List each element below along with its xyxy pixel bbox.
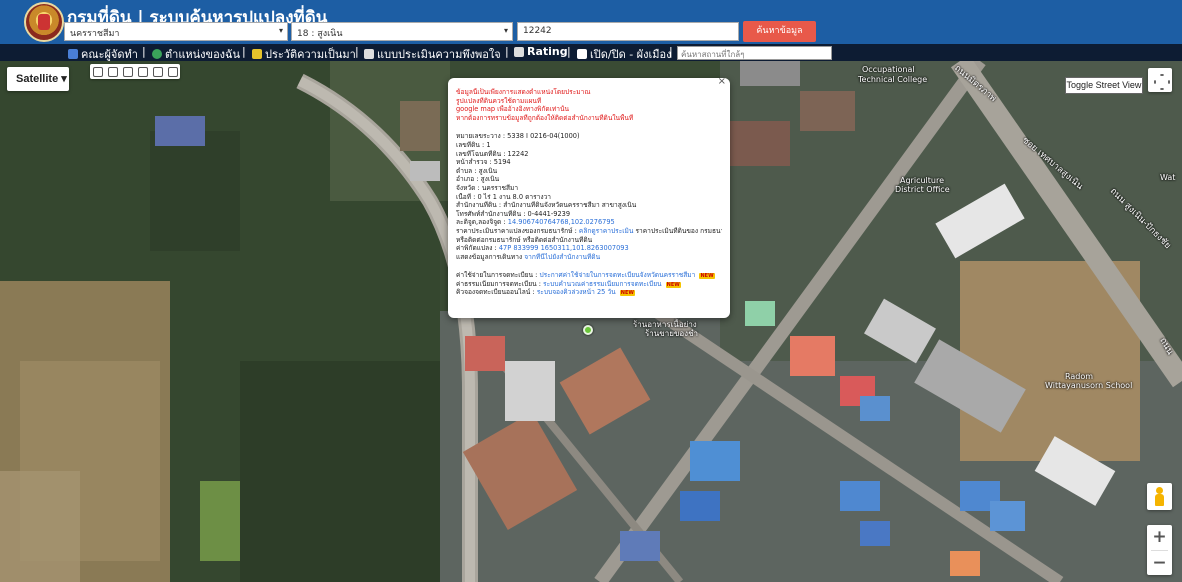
warning-text: หากต้องการทราบข้อมูลที่ถูกต้องให้ติดต่อส…: [456, 113, 634, 122]
history-icon: [252, 49, 262, 59]
price-link[interactable]: คลิกดูราคาประเมิน: [579, 227, 633, 235]
info-field: เนื้อที่ : 0 ไร่ 1 งาน 8.0 ตารางวา: [456, 192, 551, 201]
fee-link[interactable]: ประกาศค่าใช้จ่ายในการจดทะเบียนจังหวัดนคร…: [539, 271, 695, 279]
search-button[interactable]: ค้นหาข้อมูล: [743, 21, 816, 42]
province-select[interactable]: นครราชสีมา ▾: [64, 22, 288, 41]
pegman-icon[interactable]: [1147, 483, 1172, 510]
menu-item-label: Rating: [527, 45, 568, 58]
poi-label: Wittayanusorn School: [1045, 381, 1133, 390]
fee-calc-link[interactable]: ระบบคำนวณค่าธรรมเนียมการจดทะเบียน: [543, 280, 662, 288]
menu-separator: |: [567, 45, 571, 58]
utm-link[interactable]: 47P 833999 1650311,101.8263007093: [499, 244, 629, 252]
info-field: สำนักงานที่ดิน : สำนักงานที่ดินจังหวัดนค…: [456, 201, 637, 210]
department-logo-icon: [24, 2, 64, 42]
utm-label: ค่าพิกัดแปลง :: [456, 244, 497, 253]
poi-label: ร้านขายของชำ: [645, 329, 699, 338]
poi-label: District Office: [895, 185, 950, 194]
latlng-label: ละติจูด,ลองจิจูด :: [456, 218, 506, 227]
warning-text: ข้อมูลนี้เป็นเพียงการแสดงตำแหน่งโดยประมา…: [456, 88, 591, 96]
fee-calc-label: ค่าธรรมเนียมการจดทะเบียน :: [456, 279, 541, 288]
menu-separator: |: [669, 45, 673, 58]
hand-icon[interactable]: [92, 66, 103, 77]
zoom-control: + −: [1147, 525, 1172, 575]
zoom-in-button[interactable]: +: [1147, 525, 1172, 550]
warning-text: รูปแปลงที่ดินควรใช้ตามแผนที่: [456, 96, 542, 105]
info-field: หน้าสำรวจ : 5194: [456, 158, 511, 167]
utm-row: ค่าพิกัดแปลง : 47P 833999 1650311,101.82…: [456, 244, 722, 253]
new-badge: NEW: [699, 273, 715, 280]
poi-label: Technical College: [858, 75, 928, 84]
parcel-number-value: 12242: [523, 26, 552, 36]
parcel-info-window: × ข้อมูลนี้เป็นเพียงการแสดงตำแหน่งโดยประ…: [448, 78, 730, 318]
menu-bar: คณะผู้จัดทำ | ตำแหน่งของฉัน | ประวัติควา…: [0, 44, 1182, 61]
new-badge: NEW: [665, 281, 681, 288]
directions-link[interactable]: จากที่นี่ไปยังสำนักงานที่ดิน: [524, 253, 600, 261]
info-field: อำเภอ : สูงเนิน: [456, 175, 500, 184]
info-field: เลขที่ดิน : 1: [456, 140, 491, 149]
menu-separator: |: [242, 45, 246, 58]
form-icon: [364, 49, 374, 59]
toggle-street-view-button[interactable]: Toggle Street View: [1065, 77, 1143, 94]
poi-label: Agriculture: [900, 176, 944, 185]
map-type-label: Satellite: [16, 73, 59, 85]
latlng-row: ละติจูด,ลองจิจูด : 14.906740764768,102.0…: [456, 218, 722, 227]
info-field: ตำบล : สูงเนิน: [456, 166, 498, 175]
price-note: หรือติดต่อกรมธนารักษ์ หรือติดต่อสำนักงาน…: [456, 235, 593, 244]
queue-label: คิวจองจดทะเบียนออนไลน์ :: [456, 288, 535, 297]
chevron-down-icon: ▾: [503, 26, 508, 35]
queue-link[interactable]: ระบบจองคิวล่วงหน้า 25 วัน: [537, 288, 616, 296]
fullscreen-icon[interactable]: [1148, 68, 1172, 92]
globe-icon: [152, 49, 162, 59]
polygon-icon[interactable]: [167, 66, 178, 77]
info-field: โทรศัพท์สำนักงานที่ดิน : 0-4441-9239: [456, 209, 571, 218]
chevron-down-icon: ▾: [278, 26, 283, 35]
toggle-icon: [577, 49, 587, 59]
info-field: จังหวัด : นครราชสีมา: [456, 183, 519, 192]
menu-separator: |: [505, 45, 509, 58]
fee-label: ค่าใช้จ่ายในการจดทะเบียน :: [456, 271, 538, 280]
province-select-value: นครราชสีมา: [70, 29, 120, 39]
people-icon: [68, 49, 78, 59]
queue-row: คิวจองจดทะเบียนออนไลน์ : ระบบจองคิวล่วงห…: [456, 288, 722, 297]
place-search-input[interactable]: ค้นหาสถานที่ใกล้ๆ: [677, 46, 832, 60]
menu-item-rating[interactable]: Rating: [514, 45, 568, 58]
latlng-link[interactable]: 14.906740764768,102.0276795: [508, 218, 615, 226]
header-bar: กรมที่ดิน | ระบบค้นหารูปแปลงที่ดิน นครรา…: [0, 0, 1182, 44]
polyline-icon[interactable]: [122, 66, 133, 77]
poi-label: Radom: [1065, 372, 1094, 381]
parcel-location-marker[interactable]: [583, 325, 593, 335]
circle-icon[interactable]: [152, 66, 163, 77]
parcel-number-input[interactable]: 12242: [517, 22, 739, 41]
close-icon[interactable]: ×: [718, 78, 726, 87]
poi-label: Occupational: [862, 65, 915, 74]
rating-icon: [514, 46, 524, 57]
district-select-value: 18 : สูงเนิน: [297, 29, 343, 39]
directions-row: แสดงข้อมูลการเดินทาง จากที่นี่ไปยังสำนัก…: [456, 253, 722, 262]
directions-label: แสดงข้อมูลการเดินทาง: [456, 252, 523, 261]
map-type-button[interactable]: Satellite ▾: [7, 67, 69, 91]
info-field: หมายเลขระวาง : 5338 I 0216-04(1000): [456, 132, 580, 141]
zoom-out-button[interactable]: −: [1147, 551, 1172, 576]
price-suffix: ราคาประเมินที่ดินของ กรมธนารักษ์: [635, 226, 722, 235]
info-field: เลขที่โฉนดที่ดิน : 12242: [456, 149, 529, 158]
marker-icon[interactable]: [107, 66, 118, 77]
fee-row: ค่าใช้จ่ายในการจดทะเบียน : ประกาศค่าใช้จ…: [456, 271, 722, 280]
district-select[interactable]: 18 : สูงเนิน ▾: [291, 22, 513, 41]
price-row: ราคาประเมินราคาแปลงของกรมธนารักษ์ : คลิก…: [456, 227, 722, 236]
menu-separator: |: [142, 45, 146, 58]
price-label: ราคาประเมินราคาแปลงของกรมธนารักษ์ :: [456, 226, 577, 235]
chevron-down-icon: ▾: [61, 73, 67, 85]
warning-text: google map เพื่ออ้างอิงทางพิกัดเท่านั้น: [456, 105, 569, 114]
menu-separator: |: [355, 45, 359, 58]
poi-label: Wat: [1160, 173, 1176, 182]
drawing-toolbar: [90, 64, 180, 79]
rectangle-icon[interactable]: [137, 66, 148, 77]
new-badge: NEW: [619, 290, 635, 297]
land-search-app: กรมที่ดิน | ระบบค้นหารูปแปลงที่ดิน นครรา…: [0, 0, 1182, 582]
fee-calc-row: ค่าธรรมเนียมการจดทะเบียน : ระบบคำนวณค่าธ…: [456, 280, 722, 289]
